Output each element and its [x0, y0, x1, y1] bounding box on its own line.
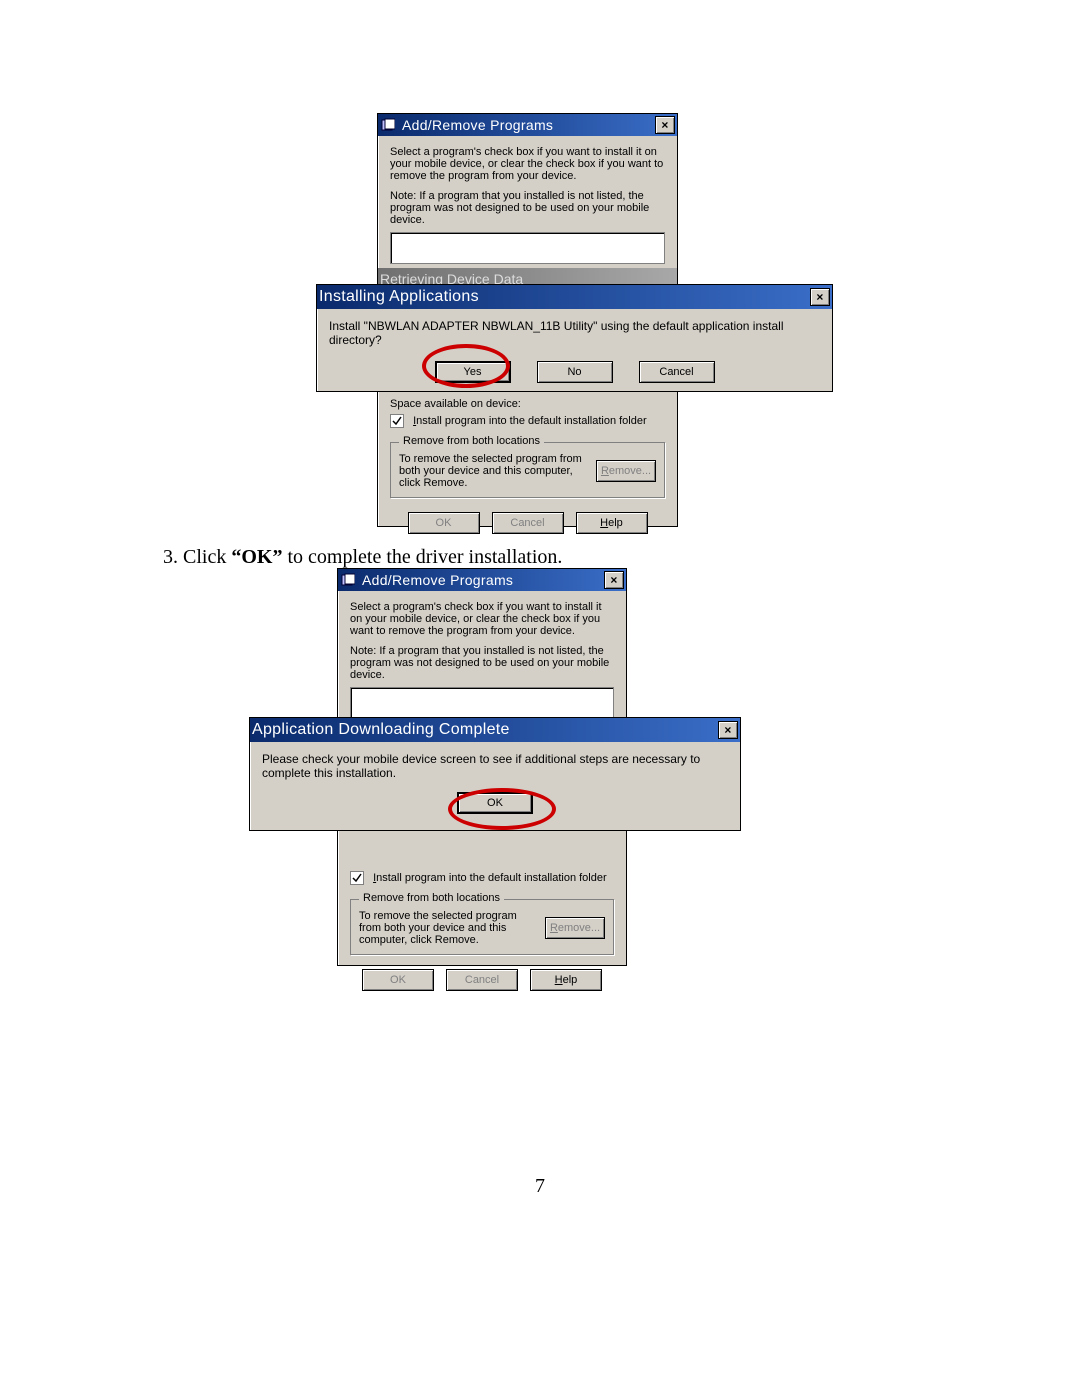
yes-button[interactable]: Yes — [435, 361, 511, 383]
close-icon[interactable]: × — [655, 116, 675, 134]
app-icon — [380, 117, 396, 133]
install-default-label: Install program into the default install… — [413, 415, 647, 427]
ok-button[interactable]: OK — [457, 792, 533, 814]
cancel-button: Cancel — [492, 512, 564, 534]
install-default-label: Install program into the default install… — [373, 872, 607, 884]
help-button[interactable]: Help — [530, 969, 602, 991]
dialog-text: Please check your mobile device screen t… — [262, 752, 728, 780]
cancel-button: Cancel — [446, 969, 518, 991]
remove-button: Remove... — [596, 460, 656, 482]
ok-button: OK — [362, 969, 434, 991]
dialog-text: Install "NBWLAN ADAPTER NBWLAN_11B Utili… — [329, 319, 820, 347]
program-listbox[interactable] — [390, 232, 665, 264]
window-title: Add/Remove Programs — [402, 117, 655, 133]
instruction-text: Select a program's check box if you want… — [390, 146, 665, 182]
close-icon[interactable]: × — [718, 721, 738, 739]
remove-legend: Remove from both locations — [359, 892, 504, 904]
close-icon[interactable]: × — [810, 288, 830, 306]
step-3-text: 3. Click “OK” to complete the driver ins… — [163, 546, 562, 569]
close-icon[interactable]: × — [604, 571, 624, 589]
download-complete-dialog: Application Downloading Complete × Pleas… — [249, 717, 741, 831]
instruction-note: Note: If a program that you installed is… — [390, 190, 665, 226]
remove-button: Remove... — [545, 917, 605, 939]
instruction-text: Select a program's check box if you want… — [350, 601, 614, 637]
install-default-checkbox[interactable] — [390, 414, 404, 428]
space-available-label: Space available on device: — [390, 398, 665, 410]
instruction-note: Note: If a program that you installed is… — [350, 645, 614, 681]
app-icon — [340, 572, 356, 588]
page-number: 7 — [0, 1175, 1080, 1198]
cancel-button[interactable]: Cancel — [639, 361, 715, 383]
installing-applications-dialog: Installing Applications × Install "NBWLA… — [316, 284, 833, 392]
remove-text: To remove the selected program from both… — [359, 910, 539, 946]
program-listbox[interactable] — [350, 687, 614, 719]
install-default-checkbox[interactable] — [350, 871, 364, 885]
dialog-title: Application Downloading Complete — [252, 721, 718, 739]
remove-text: To remove the selected program from both… — [399, 453, 590, 489]
no-button[interactable]: No — [537, 361, 613, 383]
window-title: Add/Remove Programs — [362, 572, 604, 588]
help-button[interactable]: Help — [576, 512, 648, 534]
remove-legend: Remove from both locations — [399, 435, 544, 447]
ok-button: OK — [408, 512, 480, 534]
dialog-title: Installing Applications — [319, 288, 810, 306]
